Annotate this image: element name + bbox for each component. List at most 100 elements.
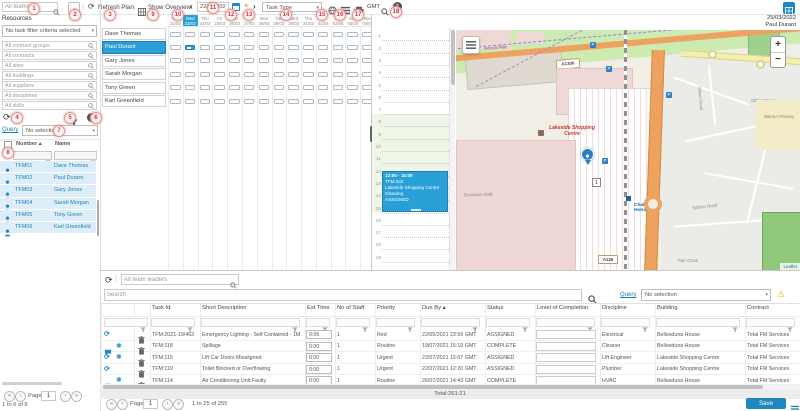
schedule-slot[interactable] [170,99,181,104]
completion-input[interactable] [536,365,596,374]
column-header-est[interactable]: Est Time [307,305,333,311]
schedule-slot[interactable] [200,85,211,90]
schedule-slot[interactable] [288,72,299,77]
schedule-slot[interactable] [214,58,225,63]
resource-row[interactable]: TFM06Karl Greenfield [0,222,96,233]
task-row[interactable]: ⟳TFM:119Toilet Blocked or Overflowing1Ur… [100,364,800,376]
schedule-slot[interactable] [274,32,285,37]
refresh-tasks-icon[interactable]: ⟳ [105,275,113,286]
schedule-slot[interactable] [318,85,329,90]
resource-row[interactable]: TFM01Dave Thomas [0,161,96,172]
day-header-24-03[interactable]: Thu24/03 [198,15,213,26]
zoom-out-button[interactable]: − [771,53,785,67]
search-icon[interactable] [88,103,94,112]
column-filter-input[interactable] [746,318,795,327]
next-page-button[interactable]: › [60,391,71,402]
schedule-slot[interactable] [288,45,299,50]
column-header-con[interactable]: Contract [747,305,798,311]
map-toggle-icon[interactable] [783,2,795,14]
schedule-slot[interactable] [244,99,255,104]
est-time-input[interactable]: 0:06 [306,330,332,339]
schedule-slot[interactable] [170,72,181,77]
sidebar-hscrollbar[interactable] [2,382,62,385]
schedule-slot[interactable] [229,32,240,37]
page-input[interactable]: 1 [41,391,56,401]
resource-row[interactable]: TFM02Paul Durant [0,173,96,184]
schedule-slot[interactable] [214,72,225,77]
schedule-slot[interactable] [362,58,371,63]
schedule-slot[interactable] [229,99,240,104]
column-filter-input[interactable] [376,318,415,327]
resource-row[interactable]: TFM03Gary Jones [0,185,96,196]
schedule-slot[interactable] [362,85,371,90]
schedule-slot[interactable] [274,45,285,50]
task-row[interactable]: ⟳✱TFM:115Lift Car Doors Misaligned1Urgen… [100,352,800,364]
sidebar-scrollbar[interactable] [97,200,100,236]
sidebar-filter-all-skills[interactable]: All skills [2,101,97,110]
save-button[interactable]: Save [746,398,786,409]
schedule-slot[interactable] [214,85,225,90]
map-layers-button[interactable] [462,36,480,54]
schedule-slot[interactable] [170,85,181,90]
schedule-slot[interactable] [170,45,181,50]
schedule-slot[interactable] [303,72,314,77]
schedule-slot[interactable] [333,32,344,37]
query-link[interactable]: Query [2,127,18,133]
schedule-slot[interactable] [200,72,211,77]
column-header-desc[interactable]: Short Description [202,305,303,311]
scheduler-resource-dave-thomas[interactable]: Dave Thomas [102,28,166,40]
schedule-slot[interactable] [185,58,196,63]
schedule-slot[interactable] [347,58,358,63]
schedule-slot[interactable] [347,72,358,77]
column-filter-input[interactable] [486,318,530,327]
column-filter-input[interactable] [151,318,195,327]
task-hscrollbar-thumb[interactable] [103,385,763,389]
schedule-slot[interactable] [229,85,240,90]
schedule-slot[interactable] [303,58,314,63]
schedule-slot[interactable] [185,85,196,90]
task-row[interactable]: ✱TFM:118Spillage1Routine19/07/2021 15:19… [100,341,800,353]
schedule-slot[interactable] [288,85,299,90]
schedule-slot[interactable] [259,72,270,77]
resource-row[interactable]: TFM04Sarah Morgan [0,198,96,209]
schedule-slot[interactable] [244,72,255,77]
schedule-slot[interactable] [303,32,314,37]
recurrence-icon[interactable]: ⟳ [104,365,110,373]
task-block[interactable]: 12:00 - 15:00TFM:332Lakeside Shopping Ce… [382,171,448,213]
scheduler-resource-paul-durant[interactable]: Paul Durant [102,41,166,53]
schedule-slot[interactable] [170,32,181,37]
column-filter-input[interactable] [601,318,650,327]
schedule-slot[interactable] [274,72,285,77]
schedule-slot[interactable] [200,99,211,104]
column-header-bld[interactable]: Building [657,305,743,311]
scheduler-resource-gary-jones[interactable]: Gary Jones [102,55,166,67]
schedule-slot[interactable] [170,58,181,63]
column-header-disc[interactable]: Discipline [602,305,653,311]
criteria-select[interactable]: No task filter criteria selected▾ [2,25,97,37]
completion-input[interactable] [536,353,596,362]
dayview-scrollbar-thumb[interactable] [451,30,455,85]
schedule-slot[interactable] [229,72,240,77]
refresh-resources-icon[interactable]: ⟳ [3,112,11,123]
prev-page-button[interactable]: ‹ [117,399,128,410]
schedule-slot[interactable] [347,45,358,50]
last-page-button[interactable]: » [173,399,184,410]
schedule-slot[interactable] [288,99,299,104]
schedule-slot[interactable] [259,45,270,50]
schedule-slot[interactable] [274,58,285,63]
schedule-slot[interactable] [318,58,329,63]
sidebar-filter-all-disciplines[interactable]: All disciplines [2,91,97,100]
schedule-slot[interactable] [200,45,211,50]
recurrence-icon[interactable]: ⟳ [104,330,110,338]
schedule-slot[interactable] [362,99,371,104]
next-page-button[interactable]: › [162,399,173,410]
zoom-in-button[interactable]: + [771,37,785,53]
task-type-select[interactable]: Task Type▾ [262,2,322,12]
search-icon[interactable] [53,3,60,21]
schedule-slot[interactable] [347,85,358,90]
refresh-plan-button[interactable]: Refresh Plan [98,4,134,11]
prev-page-button[interactable]: ‹ [15,391,26,402]
task-query-link[interactable]: Query [620,292,636,298]
schedule-slot[interactable] [333,85,344,90]
column-filter-input[interactable] [104,318,148,327]
